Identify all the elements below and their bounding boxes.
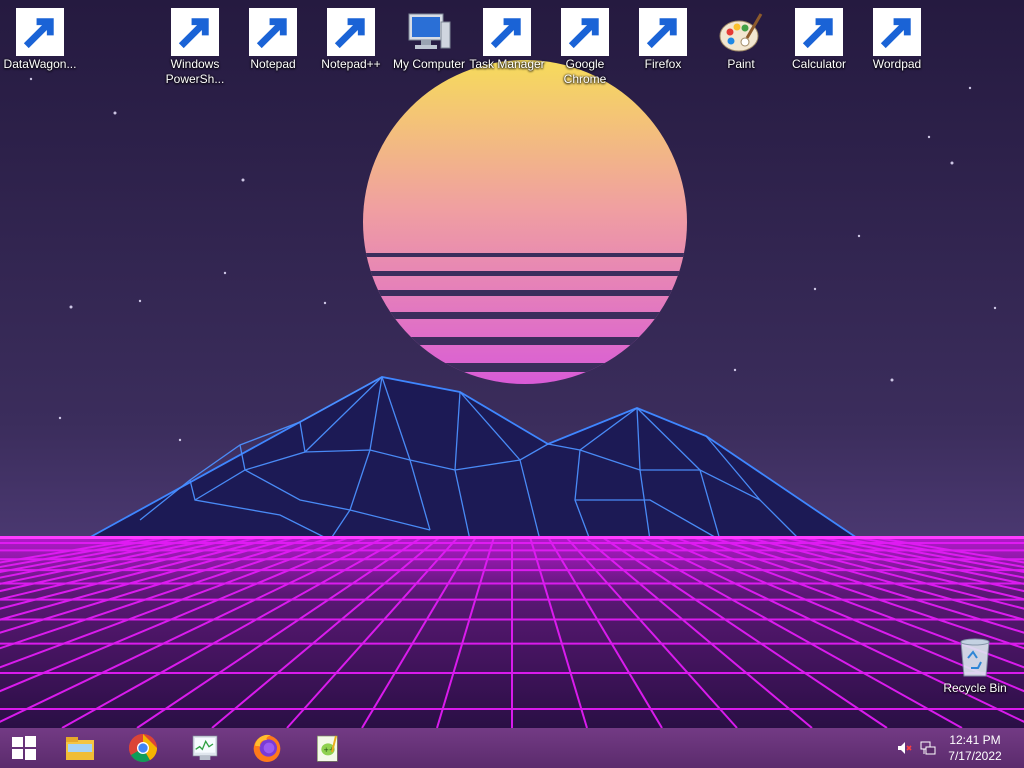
shortcut-arrow-icon [327, 8, 375, 56]
volume-button[interactable] [896, 740, 912, 756]
firefox-icon [253, 734, 281, 762]
desktop-icon-label: Task Manager [469, 57, 545, 71]
taskbar-task-manager[interactable] [177, 728, 233, 768]
desktop-icon-label: Google Chrome [563, 57, 607, 86]
paint-icon [719, 13, 763, 52]
desktop-icon-powershell[interactable]: Windows PowerSh... [155, 0, 235, 87]
shortcut-arrow-icon [795, 8, 843, 56]
taskbar-file-explorer[interactable] [52, 728, 108, 768]
desktop-icon-label: Calculator [791, 57, 847, 71]
shortcut-arrow-icon [873, 8, 921, 56]
desktop-wallpaper [0, 0, 1024, 768]
computer-icon [408, 13, 451, 49]
desktop-icon-my-computer[interactable]: My Computer [389, 0, 469, 72]
desktop-icon-notepad-plus-plus[interactable]: ++ Notepad++ [311, 0, 391, 72]
desktop-icon-google-chrome[interactable]: Google Chrome [545, 0, 625, 87]
start-button[interactable] [0, 728, 48, 768]
shortcut-arrow-icon [249, 8, 297, 56]
task-manager-icon [192, 735, 218, 760]
recycle-bin-icon [960, 638, 990, 677]
clock-time: 12:41 PM [949, 733, 1001, 747]
network-button[interactable] [920, 740, 936, 756]
taskbar-firefox[interactable] [239, 728, 295, 768]
taskbar-notepad-plus-plus[interactable]: ++ [300, 728, 356, 768]
desktop-icon-label: Firefox [644, 57, 682, 71]
shortcut-arrow-icon [561, 8, 609, 56]
desktop-icon-notepad[interactable]: Notepad [233, 0, 313, 72]
network-icon [920, 741, 936, 755]
desktop-icon-task-manager[interactable]: Task Manager [467, 0, 547, 72]
desktop-icon-recycle-bin[interactable]: Recycle Bin [935, 624, 1015, 696]
desktop-icon-paint[interactable]: Paint [701, 0, 781, 72]
shortcut-arrow-icon [171, 8, 219, 56]
desktop-icon-label: Paint [727, 57, 755, 71]
desktop-icon-label: Notepad++ [321, 57, 381, 71]
desktop-icon-label: My Computer [392, 57, 466, 71]
desktop-icon-label: Wordpad [872, 57, 922, 71]
desktop-icon-label: Recycle Bin [943, 681, 1007, 695]
shortcut-arrow-icon [16, 8, 64, 56]
shortcut-arrow-icon [639, 8, 687, 56]
volume-muted-icon [898, 742, 912, 754]
windows-logo-icon [12, 736, 36, 760]
desktop-icon-datawagon[interactable]: DataWagon... [0, 0, 80, 72]
desktop-icon-label: Notepad [250, 57, 296, 71]
taskbar: ++ 12:41 PM 7/17/2022 [0, 728, 1024, 768]
desktop-icon-firefox[interactable]: Firefox [623, 0, 703, 72]
clock-date: 7/17/2022 [948, 749, 1002, 763]
desktop-icon-calculator[interactable]: Calculator [779, 0, 859, 72]
taskbar-clock[interactable]: 12:41 PM 7/17/2022 [940, 732, 1010, 764]
file-explorer-icon [66, 737, 94, 760]
shortcut-arrow-icon [483, 8, 531, 56]
desktop-icon-label: Windows PowerSh... [165, 57, 225, 86]
notepad-plus-plus-icon: ++ [317, 735, 338, 762]
chrome-icon [128, 734, 157, 763]
taskbar-chrome[interactable] [115, 728, 171, 768]
desktop-icon-label: DataWagon... [3, 57, 77, 71]
system-tray [896, 728, 936, 768]
desktop-icon-wordpad[interactable]: A Wordpad [857, 0, 937, 72]
